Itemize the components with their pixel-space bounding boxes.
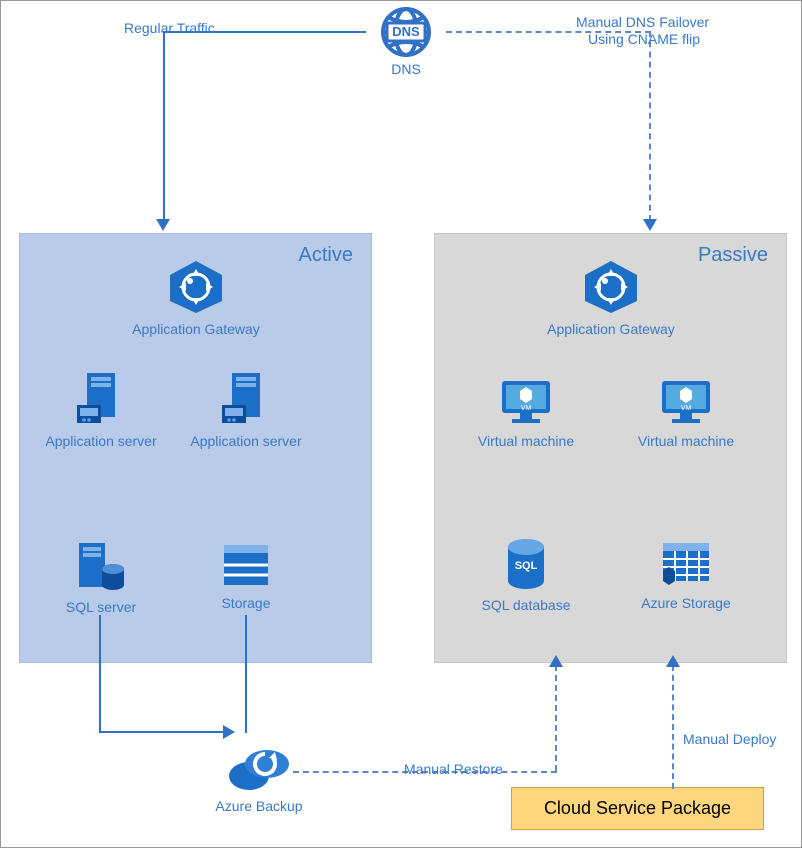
application-gateway-icon (121, 259, 271, 315)
label-storage: Storage (186, 595, 306, 611)
server-icon (31, 371, 171, 427)
azure-backup-icon (199, 746, 319, 792)
label-azure-backup: Azure Backup (199, 798, 319, 814)
line-to-active (163, 31, 165, 221)
line-manual-restore-v (555, 665, 557, 771)
dns-label: DNS (366, 61, 446, 77)
arrow-manual-deploy (666, 655, 680, 667)
label-vm-1: Virtual machine (456, 433, 596, 449)
label-app-server-2: Application server (176, 433, 316, 449)
node-app-server-1: Application server (31, 371, 171, 449)
arrow-into-backup (223, 725, 235, 739)
server-icon (176, 371, 316, 427)
label-manual-deploy: Manual Deploy (683, 731, 776, 747)
label-failover-1: Manual DNS Failover (576, 14, 709, 30)
node-app-gateway-passive: Application Gateway (536, 259, 686, 337)
sql-server-icon (41, 541, 161, 593)
label-app-gateway-passive: Application Gateway (536, 321, 686, 337)
label-app-server-1: Application server (31, 433, 171, 449)
dns-icon: DNS (366, 3, 446, 61)
label-cloud-service-package: Cloud Service Package (544, 798, 731, 818)
svg-text:SQL: SQL (515, 560, 538, 572)
node-sql-database: SQL SQL database (456, 537, 596, 613)
arrow-into-passive (643, 219, 657, 231)
arrow-into-active (156, 219, 170, 231)
virtual-machine-icon: VM (616, 377, 756, 427)
cloud-service-package: Cloud Service Package (511, 787, 764, 830)
dns-node: DNS DNS (366, 3, 446, 77)
node-azure-storage: Azure Storage (616, 537, 756, 611)
node-azure-backup: Azure Backup (199, 746, 319, 814)
label-sql-server: SQL server (41, 599, 161, 615)
azure-storage-icon (616, 537, 756, 589)
line-manual-deploy (672, 665, 674, 789)
label-regular-traffic: Regular Traffic (124, 20, 215, 36)
svg-text:VM: VM (521, 405, 532, 412)
arrow-manual-restore (549, 655, 563, 667)
label-app-gateway-active: Application Gateway (121, 321, 271, 337)
node-vm-2: VM Virtual machine (616, 377, 756, 449)
node-app-gateway-active: Application Gateway (121, 259, 271, 337)
region-passive-title: Passive (698, 244, 768, 267)
storage-icon (186, 541, 306, 589)
label-manual-restore: Manual Restore (404, 761, 503, 777)
label-azure-storage: Azure Storage (616, 595, 756, 611)
line-to-passive (649, 31, 651, 221)
label-vm-2: Virtual machine (616, 433, 756, 449)
node-app-server-2: Application server (176, 371, 316, 449)
line-sql-down (99, 615, 101, 733)
virtual-machine-icon: VM (456, 377, 596, 427)
line-storage-down (245, 615, 247, 733)
svg-text:VM: VM (681, 405, 692, 412)
node-sql-server: SQL server (41, 541, 161, 615)
line-join-backup (99, 731, 227, 733)
region-active-title: Active (299, 244, 353, 267)
node-vm-1: VM Virtual machine (456, 377, 596, 449)
application-gateway-icon (536, 259, 686, 315)
label-sql-database: SQL database (456, 597, 596, 613)
node-storage: Storage (186, 541, 306, 611)
label-failover-2: Using CNAME flip (588, 31, 700, 47)
sql-database-icon: SQL (456, 537, 596, 591)
dns-icon-text: DNS (392, 24, 420, 39)
